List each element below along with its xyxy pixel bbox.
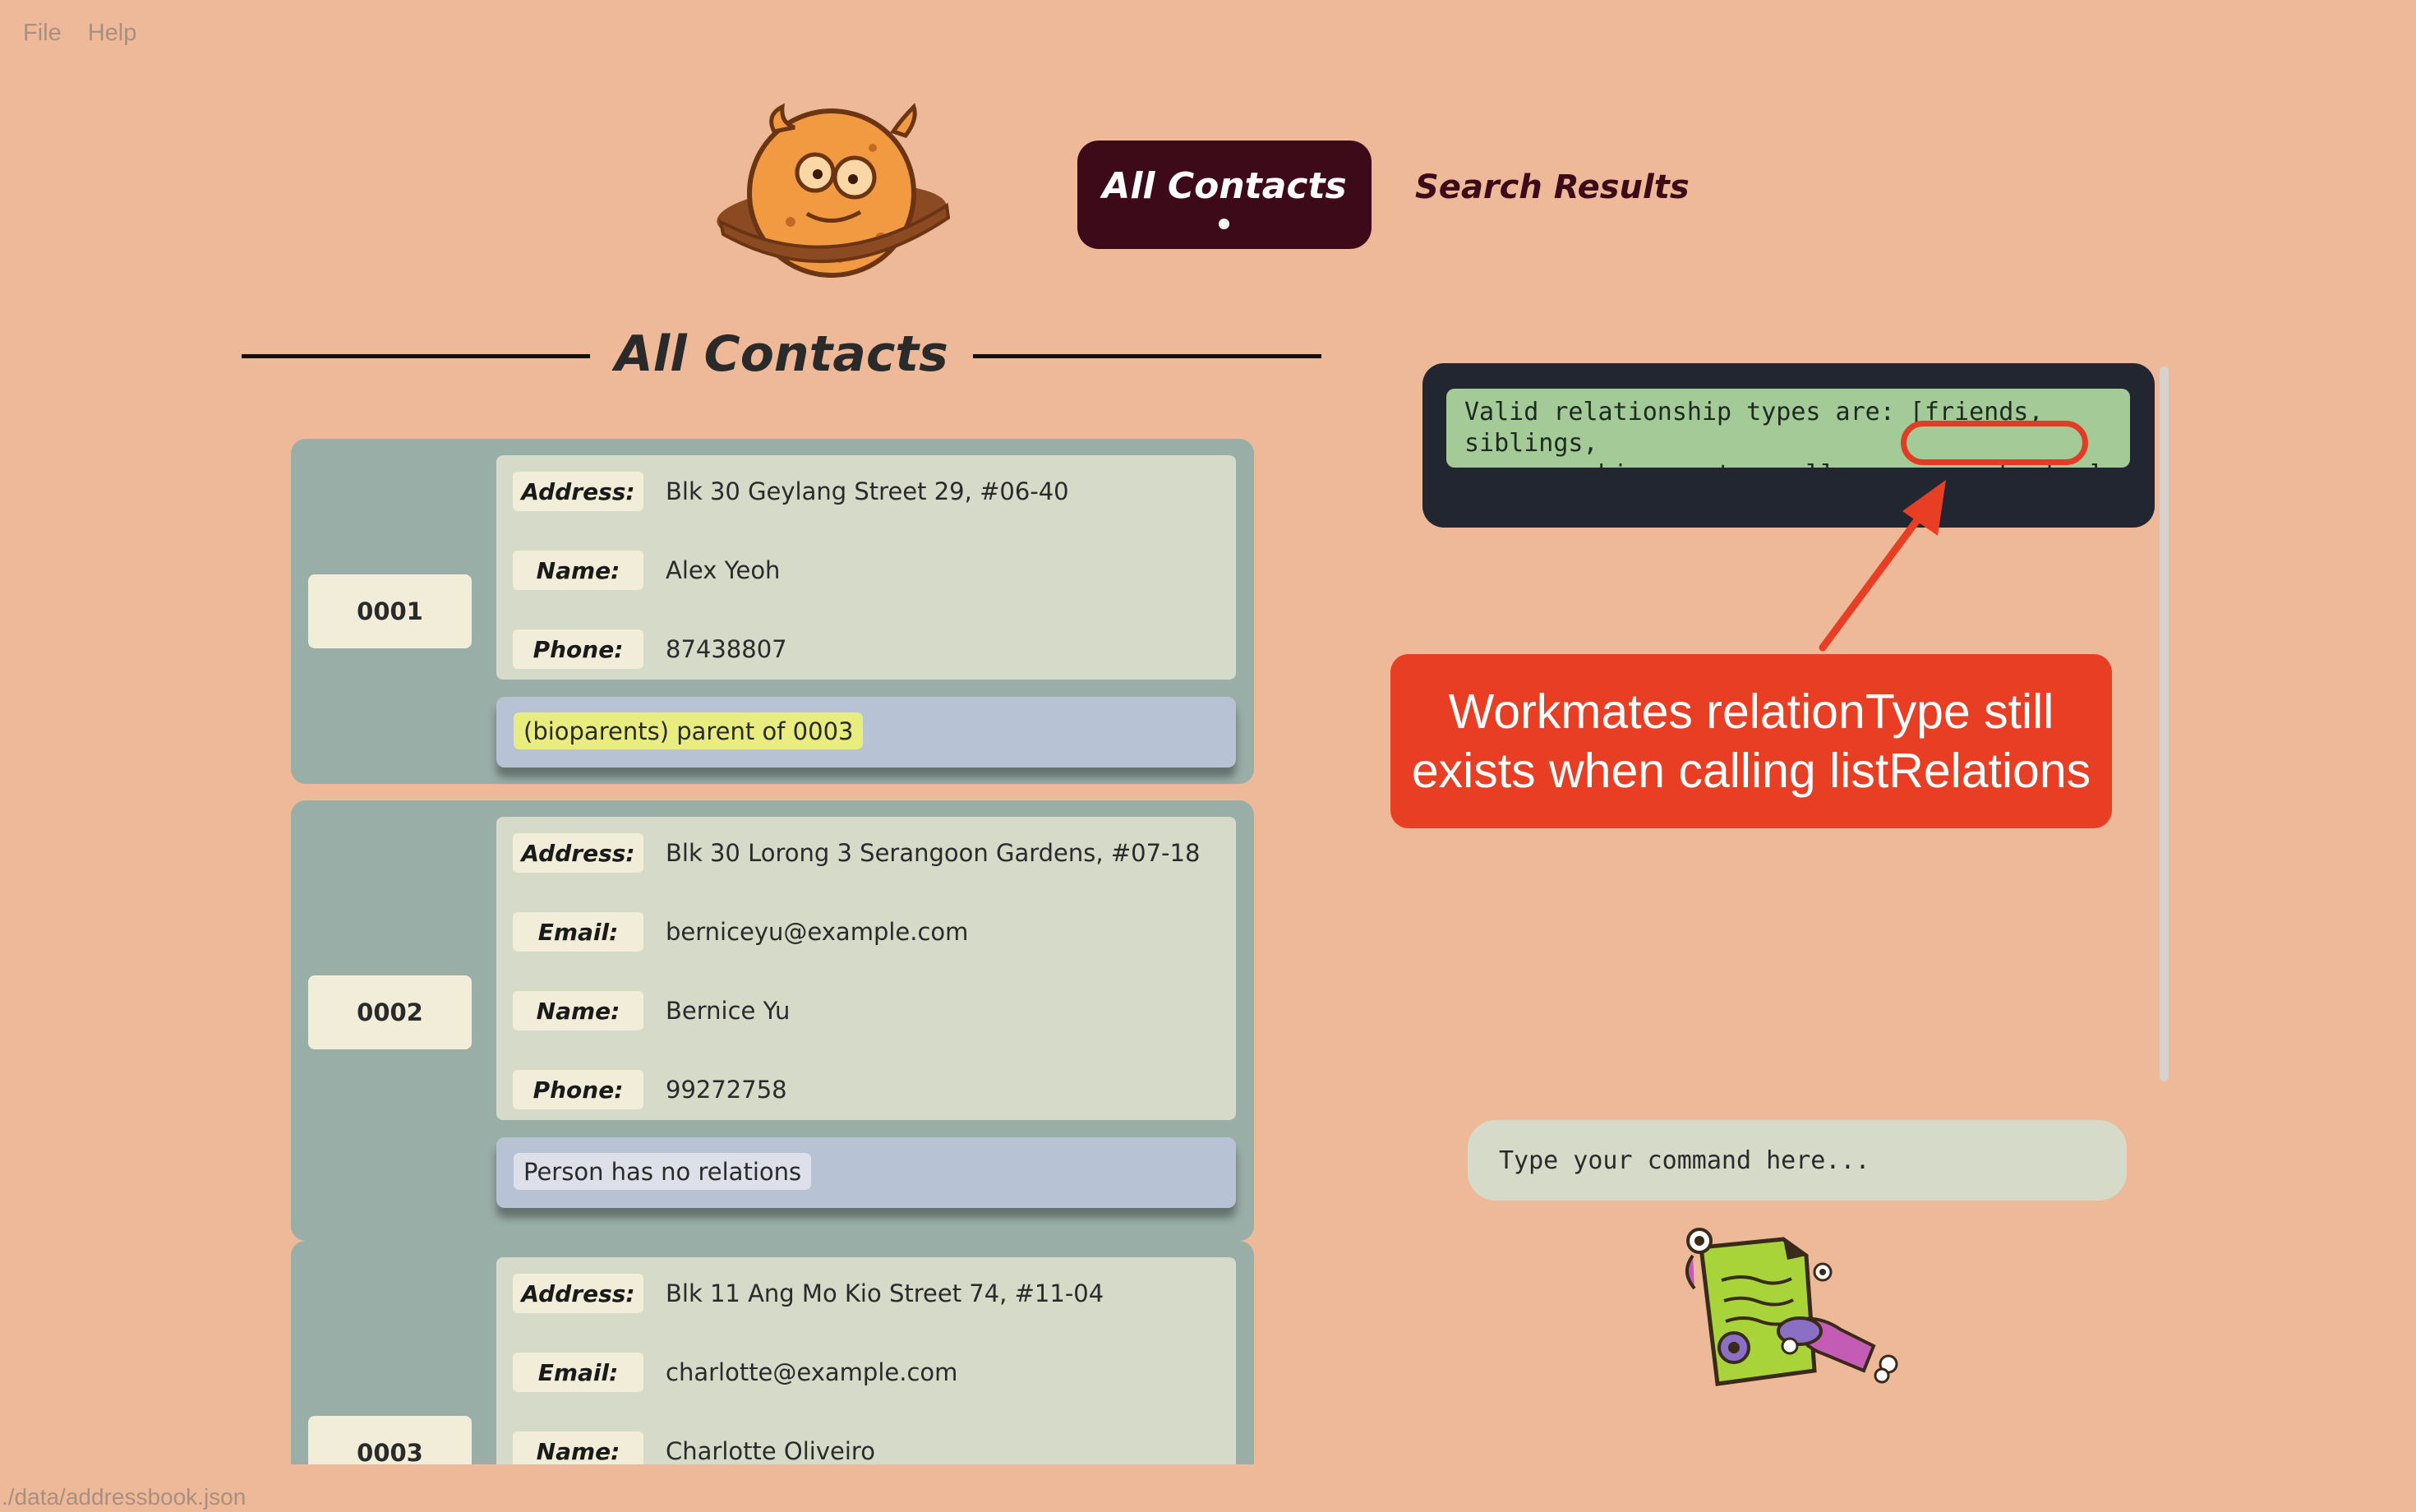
highlight-ring — [1901, 421, 2088, 465]
field-row-email: Email: berniceyu@example.com — [513, 912, 968, 952]
field-value: 99272758 — [666, 1076, 787, 1104]
contact-info-panel: Address: Blk 30 Geylang Street 29, #06-4… — [496, 455, 1236, 680]
document-mascot-icon — [1685, 1228, 1898, 1386]
menu-bar: File Help — [0, 0, 163, 66]
field-row-phone: Phone: 99272758 — [513, 1070, 787, 1109]
field-value: Alex Yeoh — [666, 556, 781, 584]
field-label: Name: — [513, 551, 643, 590]
field-row-name: Name: Bernice Yu — [513, 991, 790, 1030]
command-input[interactable] — [1468, 1120, 2127, 1201]
field-label: Address: — [513, 1274, 643, 1313]
contact-id-badge: 0002 — [308, 975, 472, 1049]
field-value: Blk 30 Geylang Street 29, #06-40 — [666, 477, 1069, 505]
annotation-callout: Workmates relationType still exists when… — [1390, 654, 2112, 828]
field-value: Bernice Yu — [666, 997, 791, 1025]
arrow-icon — [1819, 480, 1946, 652]
section-title: All Contacts — [615, 325, 948, 383]
contact-card[interactable]: 0002 Address: Blk 30 Lorong 3 Serangoon … — [291, 800, 1254, 1241]
heading-divider-right — [973, 354, 1321, 358]
field-row-name: Name: Alex Yeoh — [513, 551, 780, 590]
relations-panel: (bioparents) parent of 0003 — [496, 697, 1236, 768]
field-value: Blk 11 Ang Mo Kio Street 74, #11-04 — [666, 1279, 1104, 1307]
field-row-address: Address: Blk 11 Ang Mo Kio Street 74, #1… — [513, 1274, 1104, 1313]
field-value: Charlotte Oliveiro — [666, 1437, 875, 1464]
tab-all-contacts[interactable]: All Contacts — [1077, 141, 1372, 249]
status-file-path: ./data/addressbook.json — [2, 1484, 247, 1510]
contact-id-badge: 0001 — [308, 574, 472, 648]
field-label: Email: — [513, 1353, 643, 1392]
menu-help[interactable]: Help — [88, 20, 137, 47]
contact-list[interactable]: 0001 Address: Blk 30 Geylang Street 29, … — [291, 439, 1254, 1464]
field-value: berniceyu@example.com — [666, 918, 969, 946]
contact-card[interactable]: 0001 Address: Blk 30 Geylang Street 29, … — [291, 439, 1254, 784]
field-value: charlotte@example.com — [666, 1358, 958, 1386]
contact-card[interactable]: 0003 Address: Blk 11 Ang Mo Kio Street 7… — [291, 1241, 1254, 1464]
relations-panel: Person has no relations — [496, 1137, 1236, 1208]
planet-mascot-icon — [717, 103, 951, 278]
field-row-phone: Phone: 87438807 — [513, 629, 787, 669]
menu-file[interactable]: File — [23, 20, 62, 47]
field-label: Email: — [513, 912, 643, 952]
callout-line: Workmates relationType still — [1448, 685, 2054, 739]
relation-chip: (bioparents) parent of 0003 — [514, 712, 864, 749]
field-row-name: Name: Charlotte Oliveiro — [513, 1431, 875, 1464]
field-label: Phone: — [513, 1070, 643, 1109]
field-label: Name: — [513, 1431, 643, 1464]
tab-search-results[interactable]: Search Results — [1415, 168, 1690, 206]
contact-id-badge: 0003 — [308, 1416, 472, 1464]
tab-active-indicator — [1219, 219, 1229, 229]
field-label: Phone: — [513, 629, 643, 669]
field-value: 87438807 — [666, 635, 787, 663]
field-label: Address: — [513, 833, 643, 873]
tab-all-contacts-label: All Contacts — [1102, 165, 1347, 207]
field-label: Name: — [513, 991, 643, 1030]
heading-divider-left — [242, 354, 590, 358]
field-value: Blk 30 Lorong 3 Serangoon Gardens, #07-1… — [666, 839, 1201, 867]
contact-info-panel: Address: Blk 11 Ang Mo Kio Street 74, #1… — [496, 1257, 1236, 1464]
result-scrollbar[interactable] — [2160, 366, 2169, 1081]
field-row-email: Email: charlotte@example.com — [513, 1353, 957, 1392]
field-label: Address: — [513, 472, 643, 511]
contact-info-panel: Address: Blk 30 Lorong 3 Serangoon Garde… — [496, 817, 1236, 1120]
relation-chip: Person has no relations — [514, 1153, 812, 1190]
field-row-address: Address: Blk 30 Geylang Street 29, #06-4… — [513, 472, 1069, 511]
callout-line: exists when calling listRelations — [1411, 744, 2091, 798]
field-row-address: Address: Blk 30 Lorong 3 Serangoon Garde… — [513, 833, 1200, 873]
